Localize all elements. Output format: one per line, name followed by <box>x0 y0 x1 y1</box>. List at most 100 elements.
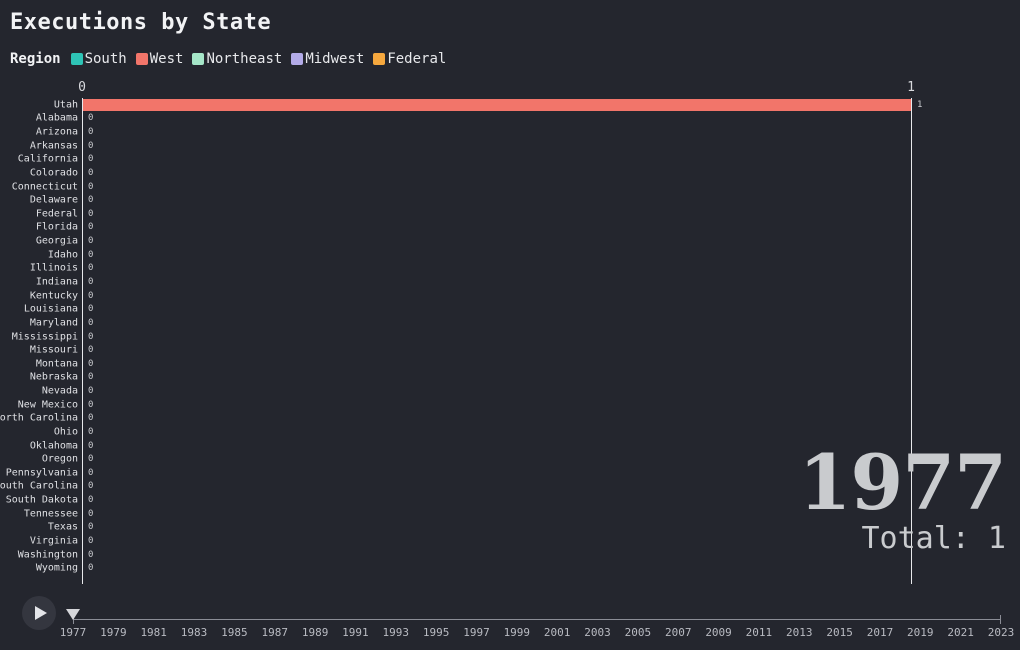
row-label: Tennessee <box>23 508 78 520</box>
timeline-track[interactable] <box>73 615 1001 624</box>
legend-item-federal[interactable]: Federal <box>373 51 446 67</box>
table-row[interactable]: Texas 0 <box>0 521 1020 535</box>
table-row[interactable]: Delaware 0 <box>0 193 1020 207</box>
legend-swatch-icon <box>192 53 205 65</box>
table-row[interactable]: North Carolina 0 <box>0 411 1020 425</box>
table-row[interactable]: Colorado 0 <box>0 166 1020 180</box>
row-label: Montana <box>35 358 78 370</box>
table-row[interactable]: Alabama 0 <box>0 112 1020 126</box>
row-label: Maryland <box>29 317 78 329</box>
timeline-tick-label: 2011 <box>745 626 773 639</box>
row-value: 0 <box>88 113 94 124</box>
row-label: Connecticut <box>11 181 78 193</box>
timeline-tick-label: 2023 <box>987 626 1015 639</box>
row-label: North Carolina <box>0 412 78 424</box>
table-row[interactable]: Connecticut 0 <box>0 180 1020 194</box>
timeline-tick-label: 1991 <box>342 626 369 639</box>
bar-utah[interactable] <box>83 99 911 111</box>
table-row[interactable]: Washington 0 <box>0 548 1020 562</box>
row-value: 0 <box>88 426 94 437</box>
timeline-tick-label: 1979 <box>100 626 127 639</box>
row-label: Nebraska <box>29 371 78 383</box>
table-row[interactable]: Florida 0 <box>0 221 1020 235</box>
table-row[interactable]: South Dakota 0 <box>0 493 1020 507</box>
table-row[interactable]: Mississippi 0 <box>0 330 1020 344</box>
row-label: Nevada <box>41 385 78 397</box>
row-value: 0 <box>88 236 94 247</box>
legend-swatch-icon <box>135 53 148 65</box>
table-row[interactable]: Virginia 0 <box>0 534 1020 548</box>
table-row[interactable]: California 0 <box>0 153 1020 167</box>
x-tick-label: 1 <box>907 80 915 95</box>
row-value: 0 <box>88 563 94 574</box>
table-row[interactable]: South Carolina 0 <box>0 480 1020 494</box>
table-row[interactable]: Oregon 0 <box>0 452 1020 466</box>
legend-swatch-icon <box>373 53 386 65</box>
row-value: 0 <box>88 181 94 192</box>
table-row[interactable]: Oklahoma 0 <box>0 439 1020 453</box>
timeline-tick-label: 2017 <box>866 626 894 639</box>
row-label: Kentucky <box>29 290 78 302</box>
table-row[interactable]: Tennessee 0 <box>0 507 1020 521</box>
legend-items: South West Northeast Midwest Federal <box>70 51 456 67</box>
timeline-tick-label: 1981 <box>140 626 167 639</box>
timeline-control[interactable]: 1977 1979 1981 1983 1985 1987 1989 1991 1993 1995… <box>0 596 1020 650</box>
table-row[interactable]: Arizona 0 <box>0 125 1020 139</box>
row-value: 0 <box>88 467 94 478</box>
row-label: Idaho <box>47 249 78 261</box>
legend-item-northeast[interactable]: Northeast <box>192 51 282 67</box>
table-row[interactable]: Wyoming 0 <box>0 561 1020 575</box>
timeline-tick-label: 1993 <box>382 626 410 639</box>
timeline-tick-label: 2005 <box>624 626 652 639</box>
timeline-slider-handle[interactable] <box>66 609 80 620</box>
row-value: 0 <box>88 345 94 356</box>
table-row[interactable]: Maryland 0 <box>0 316 1020 330</box>
table-row[interactable]: New Mexico 0 <box>0 398 1020 412</box>
row-value: 0 <box>88 154 94 165</box>
x-tick-label: 0 <box>78 80 86 95</box>
table-row[interactable]: Georgia 0 <box>0 234 1020 248</box>
table-row[interactable]: Federal 0 <box>0 207 1020 221</box>
table-row[interactable]: Ohio 0 <box>0 425 1020 439</box>
row-value: 0 <box>88 522 94 533</box>
row-label: Colorado <box>29 167 78 179</box>
legend-item-south[interactable]: South <box>70 51 127 67</box>
page-title: Executions by State <box>10 10 272 35</box>
table-row[interactable]: Kentucky 0 <box>0 289 1020 303</box>
row-label: Indiana <box>35 276 78 288</box>
legend-item-midwest[interactable]: Midwest <box>291 51 364 67</box>
row-label: New Mexico <box>17 399 78 411</box>
row-label: Mississippi <box>11 331 78 342</box>
timeline-tick-label: 2021 <box>947 626 974 639</box>
row-value: 0 <box>88 195 94 206</box>
row-value: 0 <box>88 317 94 328</box>
play-button[interactable] <box>22 596 56 630</box>
row-value: 0 <box>88 331 94 342</box>
timeline-tick-label: 2019 <box>907 626 934 639</box>
legend-item-west[interactable]: West <box>135 51 183 67</box>
row-value: 0 <box>88 535 94 546</box>
row-label: Wyoming <box>35 562 78 574</box>
row-value: 0 <box>88 372 94 383</box>
table-row[interactable]: Nebraska 0 <box>0 371 1020 385</box>
table-row[interactable]: Louisiana 0 <box>0 302 1020 316</box>
row-value: 0 <box>88 481 94 492</box>
table-row[interactable]: Utah 1 <box>0 98 1020 112</box>
table-row[interactable]: Montana 0 <box>0 357 1020 371</box>
row-value: 0 <box>88 440 94 451</box>
table-row[interactable]: Pennsylvania 0 <box>0 466 1020 480</box>
row-label: South Dakota <box>5 494 78 506</box>
table-row[interactable]: Arkansas 0 <box>0 139 1020 153</box>
row-value: 0 <box>88 549 94 560</box>
table-row[interactable]: Illinois 0 <box>0 262 1020 276</box>
table-row[interactable]: Idaho 0 <box>0 248 1020 262</box>
row-value: 0 <box>88 140 94 151</box>
table-row[interactable]: Nevada 0 <box>0 384 1020 398</box>
timeline-tick-label: 1987 <box>261 626 288 639</box>
legend-swatch-icon <box>291 53 304 65</box>
row-label: South Carolina <box>0 480 78 492</box>
row-value: 0 <box>88 263 94 274</box>
timeline-tick-label: 2009 <box>705 626 732 639</box>
table-row[interactable]: Indiana 0 <box>0 275 1020 289</box>
table-row[interactable]: Missouri 0 <box>0 343 1020 357</box>
